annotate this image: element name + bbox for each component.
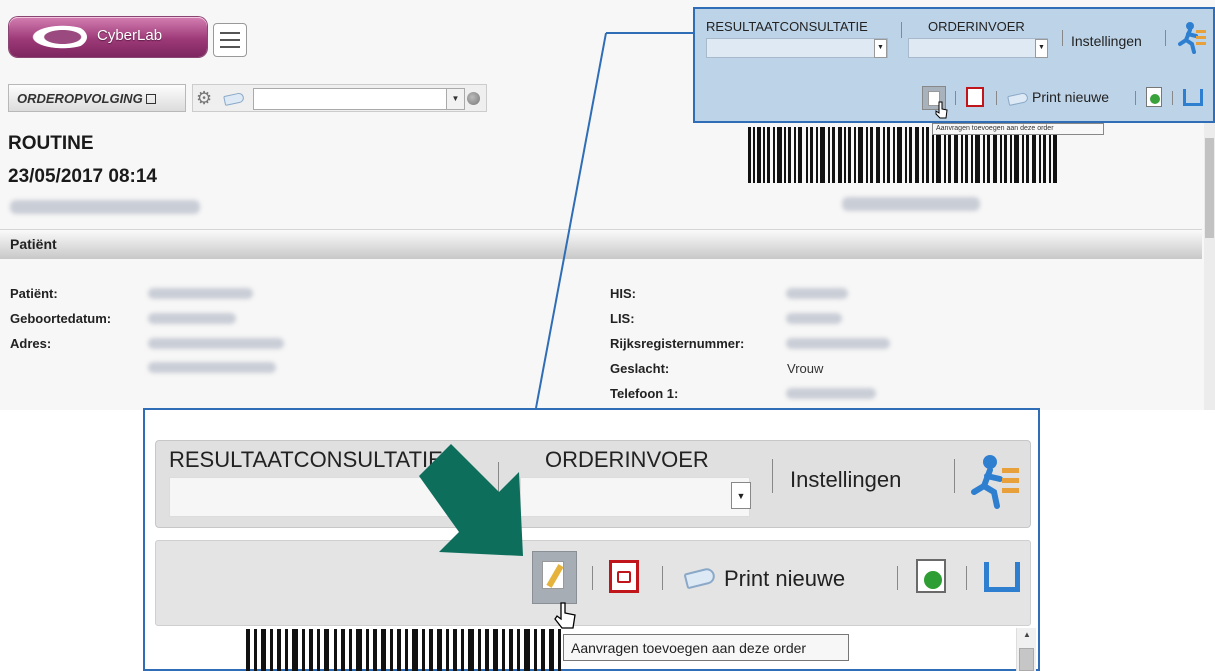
action-toolbar-zoomed xyxy=(155,540,1031,626)
separator xyxy=(955,91,956,105)
phone-value-redacted xyxy=(786,388,876,399)
running-man-icon[interactable] xyxy=(1174,20,1208,54)
gear-icon[interactable]: ⚙ xyxy=(196,88,212,109)
order-entry-select-small[interactable] xyxy=(908,38,1048,58)
results-tab-small[interactable]: RESULTAATCONSULTATIE xyxy=(706,19,868,34)
separator xyxy=(1165,30,1166,46)
order-tracking-button[interactable]: ORDEROPVOLGING xyxy=(8,84,186,112)
settings-link-small[interactable]: Instellingen xyxy=(1071,33,1142,49)
export-icon[interactable] xyxy=(984,562,1020,592)
separator xyxy=(901,22,902,38)
national-number-label: Rijksregisternummer: xyxy=(610,336,745,351)
status-dot-icon[interactable] xyxy=(467,92,480,105)
separator xyxy=(1172,91,1173,105)
order-datetime: 23/05/2017 08:14 xyxy=(8,166,157,187)
add-document-icon-small[interactable] xyxy=(1146,87,1162,107)
chevron-down-icon[interactable]: ▼ xyxy=(874,39,887,58)
running-man-icon[interactable] xyxy=(964,452,1022,510)
scrollbar-zoomed[interactable]: ▲ xyxy=(1016,628,1036,671)
scrollbar-thumb[interactable] xyxy=(1205,138,1214,238)
order-entry-select[interactable] xyxy=(520,477,750,517)
print-new-button[interactable]: Print nieuwe xyxy=(724,566,845,592)
logo-text: CyberLab xyxy=(97,27,163,44)
patient-name-redacted xyxy=(10,200,200,214)
expand-icon xyxy=(145,94,156,104)
patient-value-redacted xyxy=(148,288,253,299)
order-search-input[interactable] xyxy=(253,88,465,110)
add-document-icon[interactable] xyxy=(916,559,946,593)
pointer-arrow xyxy=(419,444,523,556)
separator xyxy=(966,566,967,590)
patient-section-title: Patiënt xyxy=(10,236,57,252)
lis-value-redacted xyxy=(786,313,842,324)
birthdate-value-redacted xyxy=(148,313,236,324)
pdf-icon[interactable] xyxy=(609,560,639,593)
order-priority: ROUTINE xyxy=(8,133,94,154)
results-tab[interactable]: RESULTAATCONSULTATIE xyxy=(169,447,443,473)
separator xyxy=(954,459,955,493)
export-icon-small[interactable] xyxy=(1183,89,1203,106)
settings-link[interactable]: Instellingen xyxy=(790,467,901,493)
order-tracking-label: ORDEROPVOLGING xyxy=(17,91,143,106)
barcode xyxy=(748,127,1057,183)
address-line1-redacted xyxy=(148,338,284,349)
add-requests-button[interactable] xyxy=(532,551,577,604)
cursor-hand-icon xyxy=(554,602,576,629)
results-select-small[interactable] xyxy=(706,38,888,58)
his-label: HIS: xyxy=(610,286,636,301)
gender-value: Vrouw xyxy=(787,361,824,376)
separator xyxy=(592,566,593,590)
patient-label: Patiënt: xyxy=(10,286,58,301)
separator xyxy=(897,566,898,590)
logo-swirl-icon xyxy=(23,22,87,52)
chevron-down-icon[interactable]: ▼ xyxy=(1035,39,1048,58)
separator xyxy=(662,566,663,590)
national-number-value-redacted xyxy=(786,338,890,349)
pdf-icon-small[interactable] xyxy=(966,87,984,107)
list-icon[interactable] xyxy=(213,23,247,57)
address-line2-redacted xyxy=(148,362,276,373)
gender-label: Geslacht: xyxy=(610,361,670,376)
print-new-small[interactable]: Print nieuwe xyxy=(1032,89,1109,105)
address-label: Adres: xyxy=(10,336,52,351)
phone-label: Telefoon 1: xyxy=(610,386,679,401)
tooltip-small: Aanvragen toevoegen aan deze order xyxy=(932,123,1104,135)
his-value-redacted xyxy=(786,288,848,299)
tooltip: Aanvragen toevoegen aan deze order xyxy=(563,634,849,661)
patient-section-header: Patiënt xyxy=(0,229,1202,259)
separator xyxy=(996,91,997,105)
birthdate-label: Geboortedatum: xyxy=(10,311,112,326)
order-entry-tab[interactable]: ORDERINVOER xyxy=(545,447,709,473)
chevron-down-icon[interactable]: ▼ xyxy=(731,482,751,509)
chevron-down-icon[interactable]: ▼ xyxy=(446,89,464,109)
separator xyxy=(772,459,773,493)
separator xyxy=(1135,91,1136,105)
order-entry-tab-small[interactable]: ORDERINVOER xyxy=(928,19,1025,34)
barcode-number-redacted xyxy=(842,197,980,211)
cyberlab-logo[interactable]: CyberLab xyxy=(9,17,207,57)
lis-label: LIS: xyxy=(610,311,635,326)
cursor-hand-icon-small xyxy=(935,101,948,119)
separator xyxy=(1062,30,1063,46)
